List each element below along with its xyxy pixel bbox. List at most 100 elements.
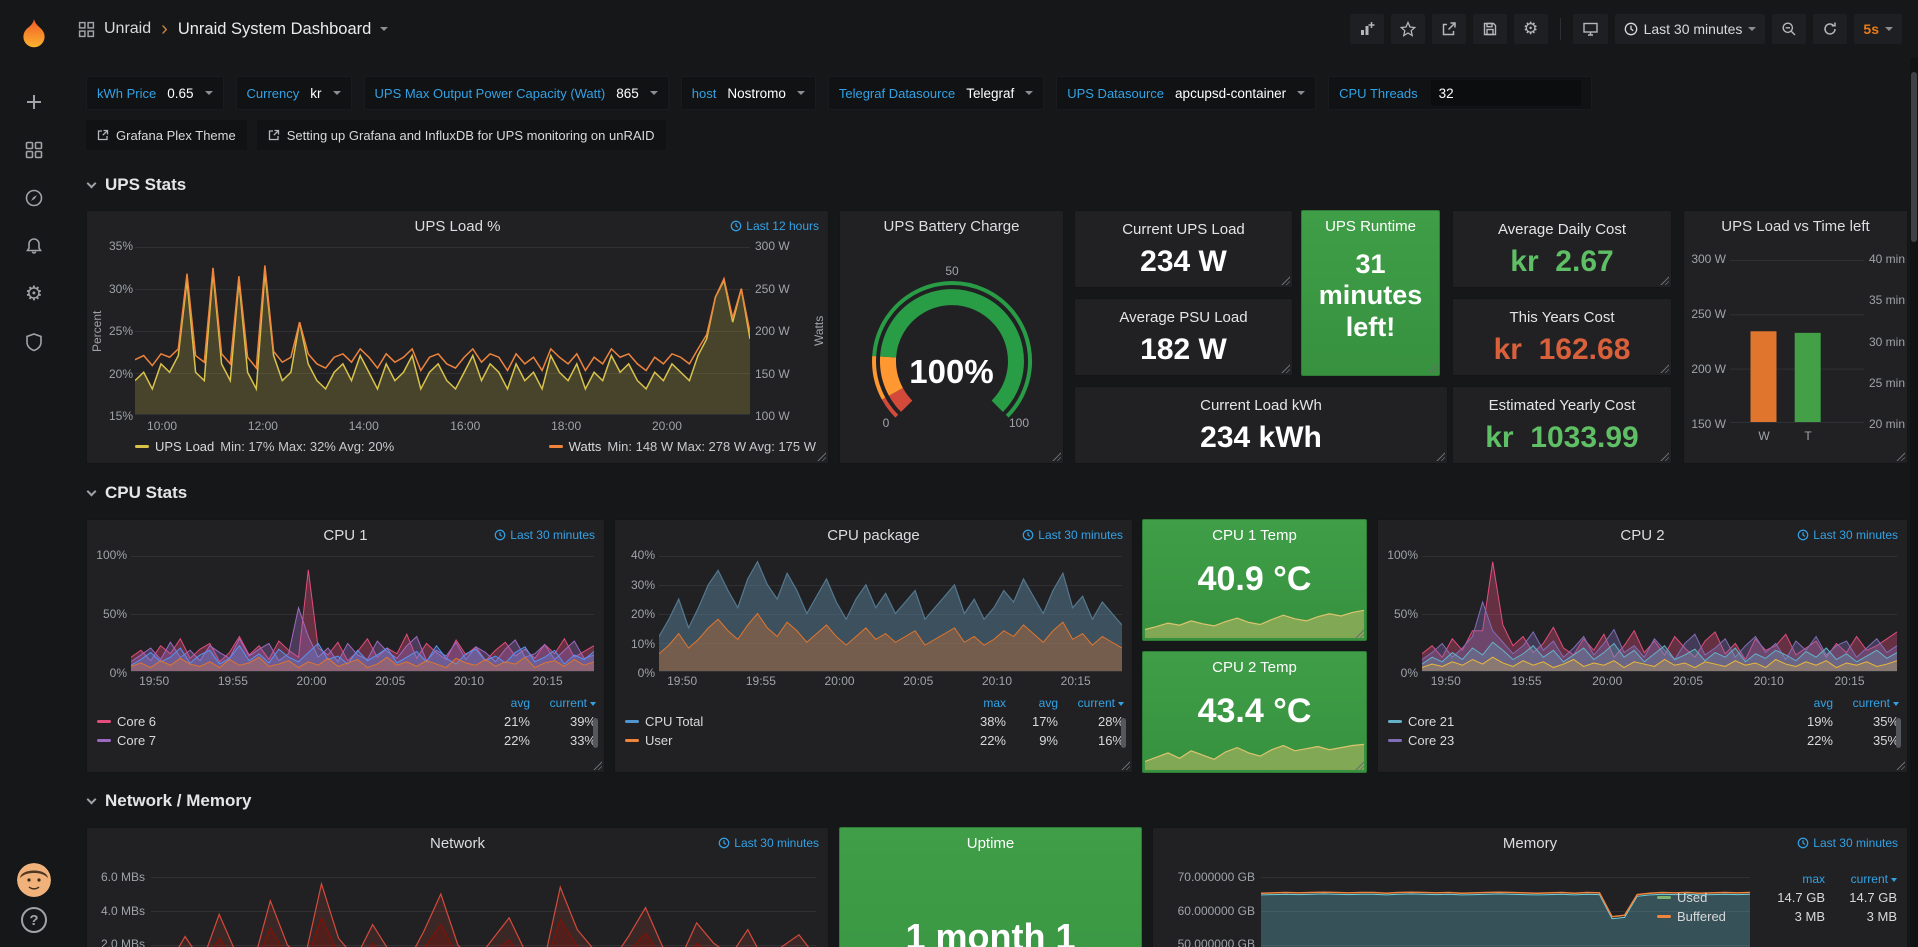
legend-sort-avg[interactable]: avg [1777,696,1833,710]
legend-item[interactable]: Core 6 [97,714,474,729]
panel-current-ups-load: Current UPS Load 234 W [1074,210,1293,288]
time-range-picker[interactable]: Last 30 minutes [1615,14,1766,44]
legend-item[interactable]: Watts Min: 148 W Max: 278 W Avg: 175 W [549,439,816,454]
y-axis-tick: 70.000000 GB [1157,870,1255,884]
network-chart[interactable] [151,860,816,947]
y-axis-tick: 50.000000 GB [1157,937,1255,947]
panel-title[interactable]: Current Load kWh [1075,397,1447,414]
variable-telegraf-datasource[interactable]: Telegraf Datasource Telegraf [828,76,1044,110]
cycle-view-button[interactable] [1573,14,1608,44]
sidebar-item-create[interactable] [0,78,68,126]
variable-value[interactable]: 865 [616,86,639,101]
legend-item[interactable]: UPS Load Min: 17% Max: 32% Avg: 20% [135,439,394,454]
legend-item[interactable]: User [625,733,954,748]
section-header-cpu-stats[interactable]: CPU Stats [88,482,187,504]
y-axis-ticks-right: 40 min35 min30 min25 min20 min [1869,252,1907,431]
page-title[interactable]: Unraid System Dashboard [178,20,372,39]
panel-title[interactable]: CPU 1 Temp [1143,520,1366,550]
sidebar-item-dashboards[interactable] [0,126,68,174]
panel-title[interactable]: UPS Runtime [1302,211,1439,241]
ups-bar-chart[interactable] [1730,260,1864,423]
page-scrollbar[interactable] [1910,58,1918,947]
panel-title[interactable]: CPU 2 Temp [1143,652,1366,682]
breadcrumb-app[interactable]: Unraid [104,20,151,38]
variable-currency[interactable]: Currency kr [236,76,352,110]
variable-value[interactable]: Telegraf [966,86,1014,101]
grafana-logo[interactable] [0,8,68,60]
help-icon[interactable]: ? [21,907,47,933]
legend-sort-avg[interactable]: avg [474,696,530,710]
legend-sort-max[interactable]: max [954,696,1006,710]
panel-title[interactable]: Network [87,828,828,858]
variable-kwh-price[interactable]: kWh Price 0.65 [86,76,224,110]
panel-title[interactable]: UPS Battery Charge [840,211,1063,241]
variable-value[interactable]: Nostromo [727,86,786,101]
dashboard-settings-button[interactable]: ⚙ [1514,14,1548,44]
link-grafana-plex-theme[interactable]: Grafana Plex Theme [86,120,247,150]
svg-text:0: 0 [883,416,890,430]
legend-item[interactable]: CPU Total [625,714,954,729]
sidebar-item-server-admin[interactable] [0,318,68,366]
legend-item[interactable]: Buffered [1657,909,1763,924]
panel-title[interactable]: This Years Cost [1453,309,1671,326]
legend-sort-avg[interactable]: avg [1006,696,1058,710]
gear-icon: ⚙ [1523,19,1538,39]
variable-ups-datasource[interactable]: UPS Datasource apcupsd-container [1056,76,1316,110]
panel-title[interactable]: UPS Load % [87,211,828,241]
ups-load-chart[interactable] [135,247,750,415]
chart-legend: avg current Core 6 21% 39% Core 7 22% 33… [97,696,596,768]
legend-sort-current[interactable]: current [1825,872,1897,886]
panel-title[interactable]: Average PSU Load [1075,309,1292,326]
save-dashboard-button[interactable] [1473,14,1507,44]
add-panel-button[interactable] [1350,14,1384,44]
panel-title[interactable]: Uptime [840,828,1141,858]
variable-ups-max-output[interactable]: UPS Max Output Power Capacity (Watt) 865 [364,76,669,110]
title-caret-icon[interactable] [380,27,388,31]
panel-resize-handle[interactable] [1895,451,1905,461]
legend-sort-max[interactable]: max [1763,872,1825,886]
page-scrollbar-thumb[interactable] [1911,72,1917,242]
cpu-threads-input[interactable]: 32 [1431,80,1581,106]
panel-resize-handle[interactable] [1051,451,1061,461]
cpu2-chart[interactable] [1422,556,1897,672]
cpu-package-chart[interactable] [659,556,1122,672]
zoom-out-button[interactable] [1772,14,1806,44]
panel-title[interactable]: Estimated Yearly Cost [1453,397,1671,414]
user-avatar[interactable] [17,863,51,897]
legend-item[interactable]: Core 21 [1388,714,1777,729]
variable-host[interactable]: host Nostromo [681,76,816,110]
panel-title[interactable]: UPS Load vs Time left [1684,211,1907,241]
sidebar-item-configuration[interactable]: ⚙ [0,270,68,318]
legend-item[interactable]: Used [1657,890,1763,905]
panel-average-psu-load: Average PSU Load 182 W [1074,298,1293,376]
panel-resize-handle[interactable] [1427,363,1437,373]
legend-item[interactable]: Core 7 [97,733,474,748]
clock-icon [494,529,506,541]
variable-value[interactable]: kr [310,86,321,101]
legend-sort-current[interactable]: current [1058,696,1124,710]
cpu1-chart[interactable] [131,556,594,672]
sidebar-item-explore[interactable] [0,174,68,222]
legend-sort-current[interactable]: current [530,696,596,710]
variable-value[interactable]: 0.65 [167,86,193,101]
legend-scrollbar[interactable] [593,718,598,748]
panel-title[interactable]: Current UPS Load [1075,221,1292,238]
refresh-button[interactable] [1813,14,1847,44]
sidebar-item-alerting[interactable] [0,222,68,270]
legend-item[interactable]: Core 23 [1388,733,1777,748]
panel-title[interactable]: Average Daily Cost [1453,221,1671,238]
stat-value: 40.9 °C [1143,560,1366,599]
caret-down-icon [650,91,658,95]
section-header-ups-stats[interactable]: UPS Stats [88,174,186,196]
legend-scrollbar[interactable] [1121,718,1126,748]
variable-value[interactable]: apcupsd-container [1175,86,1286,101]
panel-resize-handle[interactable] [816,451,826,461]
panel-title[interactable]: Memory [1153,828,1907,858]
share-button[interactable] [1432,14,1466,44]
link-ups-monitoring-guide[interactable]: Setting up Grafana and InfluxDB for UPS … [257,120,666,150]
section-header-network-memory[interactable]: Network / Memory [88,790,251,812]
refresh-interval-picker[interactable]: 5s [1854,14,1902,44]
favorite-button[interactable] [1391,14,1425,44]
legend-sort-current[interactable]: current [1833,696,1899,710]
legend-scrollbar[interactable] [1896,718,1901,748]
